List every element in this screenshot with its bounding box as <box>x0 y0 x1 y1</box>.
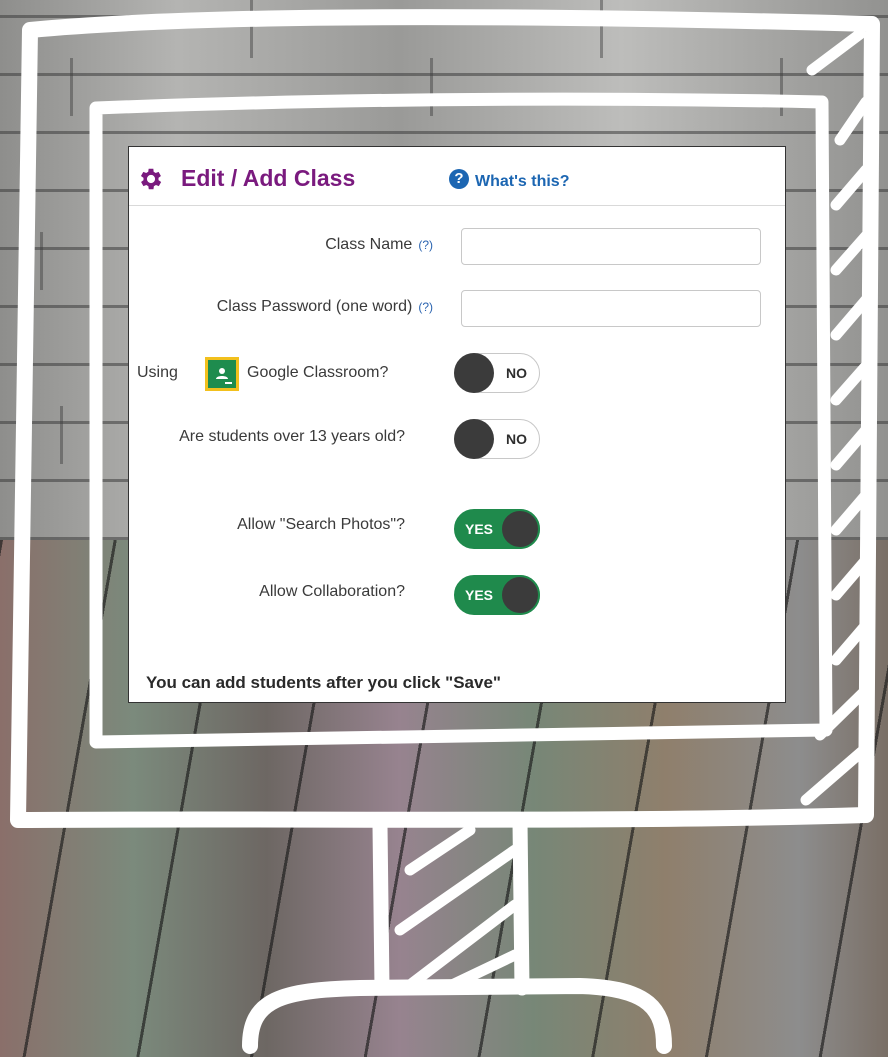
class-name-label: Class Name (?) <box>325 236 433 254</box>
page-title: Edit / Add Class <box>181 165 356 191</box>
collaboration-toggle[interactable]: YES <box>454 575 540 615</box>
class-password-help-link[interactable]: (?) <box>418 300 433 314</box>
over-13-label: Are students over 13 years old? <box>179 428 405 445</box>
google-classroom-prefix: Using <box>137 364 178 381</box>
gear-icon <box>140 168 162 190</box>
toggle-state: YES <box>465 521 494 537</box>
class-password-label-text: Class Password (one word) <box>216 298 413 315</box>
toggle-knob <box>500 575 540 615</box>
class-name-help-link[interactable]: (?) <box>418 238 433 252</box>
search-photos-toggle[interactable]: YES <box>454 509 540 549</box>
toggle-knob <box>500 509 540 549</box>
question-circle-icon[interactable]: ? <box>449 169 469 189</box>
toggle-knob <box>454 419 494 459</box>
whats-this-link[interactable]: What's this? <box>475 173 569 191</box>
google-classroom-icon <box>205 357 239 391</box>
save-hint-text: You can add students after you click "Sa… <box>146 673 501 692</box>
panel-header: Edit / Add Class ? What's this? <box>129 147 785 206</box>
class-name-label-text: Class Name <box>325 236 413 253</box>
google-classroom-label: Google Classroom? <box>247 364 389 381</box>
toggle-knob <box>454 353 494 393</box>
toggle-state: NO <box>506 431 527 447</box>
toggle-state: YES <box>465 587 494 603</box>
toggle-state: NO <box>506 365 527 381</box>
class-password-input[interactable] <box>461 290 761 327</box>
google-classroom-toggle[interactable]: NO <box>454 353 540 393</box>
class-name-input[interactable] <box>461 228 761 265</box>
collaboration-label: Allow Collaboration? <box>259 583 405 600</box>
over-13-toggle[interactable]: NO <box>454 419 540 459</box>
class-password-label: Class Password (one word) (?) <box>217 298 433 316</box>
edit-class-panel: Edit / Add Class ? What's this? Class Na… <box>128 146 786 703</box>
search-photos-label: Allow "Search Photos"? <box>237 516 405 533</box>
